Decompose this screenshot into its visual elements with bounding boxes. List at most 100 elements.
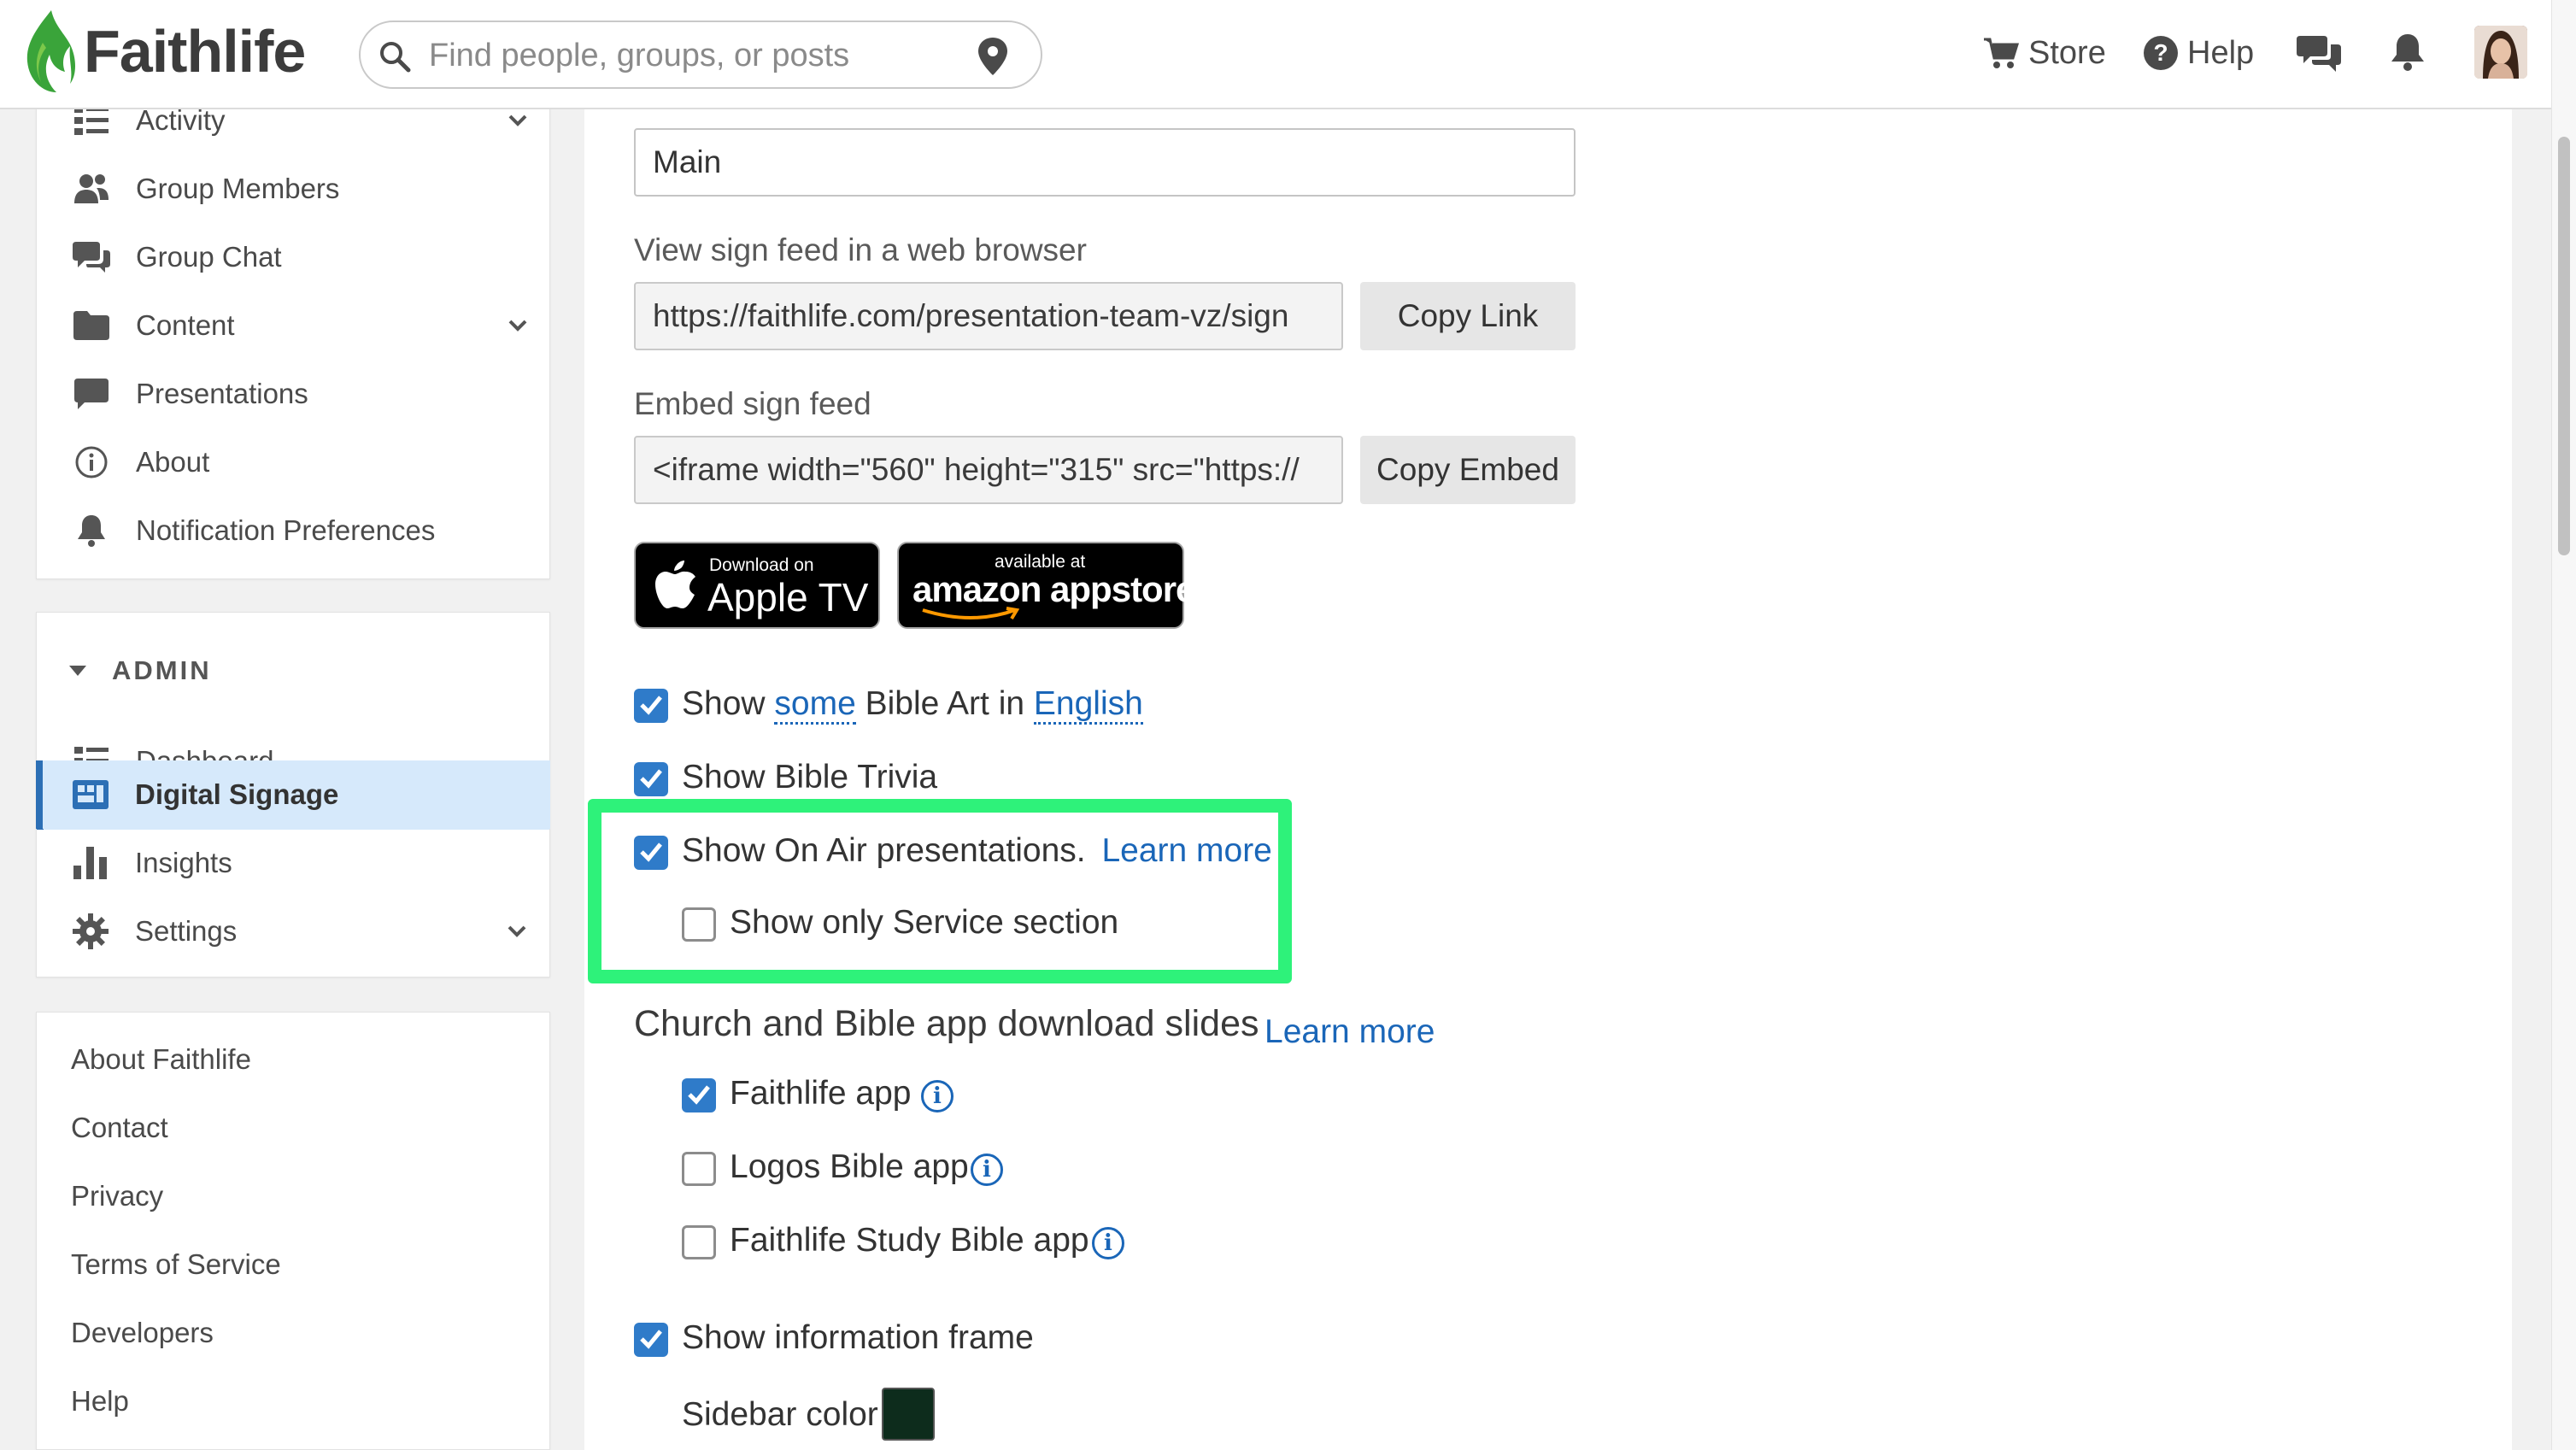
info-icon[interactable]: i bbox=[971, 1154, 1003, 1186]
on-air-label: Show On Air presentations. Learn more bbox=[682, 832, 1272, 870]
faithlife-app-label: Faithlife app bbox=[730, 1075, 912, 1112]
people-icon bbox=[73, 170, 110, 208]
gear-icon bbox=[72, 913, 109, 950]
help-link[interactable]: ? Help bbox=[2143, 27, 2254, 79]
search-box[interactable] bbox=[359, 21, 1042, 89]
footer-link-privacy[interactable]: Privacy bbox=[71, 1180, 163, 1212]
checkmark-icon bbox=[688, 1085, 710, 1105]
scrollbar-thumb[interactable] bbox=[2558, 137, 2570, 555]
footer-link-developers[interactable]: Developers bbox=[71, 1317, 214, 1349]
sidebar-item-settings[interactable]: Settings bbox=[36, 897, 550, 966]
footer-links-card: About Faithlife Contact Privacy Terms of… bbox=[36, 1012, 550, 1450]
faithlife-logo[interactable]: Faithlife bbox=[21, 9, 306, 94]
sidebar-item-label: Group Members bbox=[136, 173, 340, 204]
chevron-down-icon[interactable] bbox=[505, 313, 531, 338]
sign-feed-url-field[interactable]: https://faithlife.com/presentation-team-… bbox=[634, 282, 1343, 350]
sidebar-item-label: Settings bbox=[135, 915, 238, 947]
page-scrollbar[interactable] bbox=[2551, 0, 2576, 1450]
info-icon[interactable]: i bbox=[921, 1080, 954, 1112]
footer-link-help[interactable]: Help bbox=[71, 1385, 129, 1418]
apple-badge-big-text: Apple TV bbox=[707, 575, 869, 619]
user-avatar[interactable] bbox=[2474, 26, 2527, 79]
sidebar-item-label: Insights bbox=[135, 847, 232, 878]
sidebar-item-notification-preferences[interactable]: Notification Preferences bbox=[37, 496, 549, 565]
checkmark-icon bbox=[640, 842, 662, 862]
map-pin-icon[interactable] bbox=[976, 36, 1010, 77]
checkmark-icon bbox=[640, 696, 662, 715]
on-air-checkbox[interactable] bbox=[634, 836, 668, 870]
chevron-down-icon[interactable] bbox=[504, 919, 530, 944]
folder-icon bbox=[73, 307, 110, 344]
bible-art-language-dropdown[interactable]: English bbox=[1033, 685, 1143, 725]
search-input[interactable] bbox=[429, 31, 976, 80]
chat-icon[interactable] bbox=[2297, 32, 2341, 72]
copy-link-button[interactable]: Copy Link bbox=[1360, 282, 1576, 350]
help-label: Help bbox=[2187, 34, 2255, 71]
info-icon[interactable]: i bbox=[1092, 1227, 1124, 1259]
svg-text:?: ? bbox=[2153, 39, 2168, 66]
sidebar-item-group-chat[interactable]: Group Chat bbox=[37, 223, 549, 291]
logos-bible-app-checkbox[interactable] bbox=[682, 1152, 716, 1186]
on-air-learn-more-link[interactable]: Learn more bbox=[1101, 832, 1271, 869]
bell-icon[interactable] bbox=[2389, 32, 2426, 72]
chevron-down-icon[interactable] bbox=[505, 108, 531, 133]
admin-section-title: ADMIN bbox=[112, 655, 212, 685]
bible-trivia-label: Show Bible Trivia bbox=[682, 759, 938, 795]
embed-code-field[interactable]: <iframe width="560" height="315" src="ht… bbox=[634, 436, 1343, 504]
faithlife-study-bible-app-checkbox[interactable] bbox=[682, 1225, 716, 1259]
bible-art-checkbox[interactable] bbox=[634, 689, 668, 723]
service-only-checkbox[interactable] bbox=[682, 907, 716, 942]
footer-link-terms[interactable]: Terms of Service bbox=[71, 1248, 281, 1281]
footer-link-about-faithlife[interactable]: About Faithlife bbox=[71, 1043, 251, 1076]
amazon-badge-big-text: amazon appstore bbox=[912, 569, 1195, 609]
bible-art-middle-text: Bible Art in bbox=[865, 685, 1025, 722]
speech-bubble-icon bbox=[73, 375, 110, 413]
bible-trivia-checkbox[interactable] bbox=[634, 762, 668, 796]
download-slides-title: Church and Bible app download slides bbox=[634, 1003, 1259, 1044]
on-air-text: Show On Air presentations. bbox=[682, 832, 1086, 869]
apple-tv-badge[interactable]: Download on Apple TV bbox=[634, 542, 880, 629]
sidebar-item-label: Digital Signage bbox=[135, 778, 339, 810]
signage-icon bbox=[72, 776, 109, 813]
sidebar-item-content[interactable]: Content bbox=[37, 291, 549, 360]
sidebar-item-insights[interactable]: Insights bbox=[36, 829, 550, 897]
triangle-down-icon bbox=[69, 666, 86, 676]
amazon-smile-icon bbox=[922, 607, 1020, 620]
sidebar-item-digital-signage[interactable]: Digital Signage bbox=[36, 760, 550, 829]
info-icon bbox=[73, 443, 110, 481]
embed-sign-feed-label: Embed sign feed bbox=[634, 386, 871, 421]
checkmark-icon bbox=[640, 769, 662, 789]
download-slides-learn-more-link[interactable]: Learn more bbox=[1265, 1013, 1435, 1051]
admin-section-toggle[interactable]: ADMIN bbox=[37, 637, 549, 705]
search-icon bbox=[380, 42, 411, 73]
service-only-label: Show only Service section bbox=[730, 904, 1119, 941]
sidebar-item-label: Content bbox=[136, 309, 235, 341]
sidebar-item-label: Presentations bbox=[136, 378, 308, 409]
sidebar-item-presentations[interactable]: Presentations bbox=[37, 360, 549, 428]
chat-bubbles-icon bbox=[73, 238, 110, 276]
apple-badge-small-text: Download on bbox=[709, 555, 814, 575]
footer-link-contact[interactable]: Contact bbox=[71, 1112, 168, 1144]
bar-chart-icon bbox=[72, 844, 109, 882]
apple-logo-icon bbox=[655, 561, 695, 608]
sidebar-item-label: Group Chat bbox=[136, 241, 282, 273]
sidebar-item-about[interactable]: About bbox=[37, 428, 549, 496]
bible-art-label: Show some Bible Art in English bbox=[682, 685, 1143, 725]
sidebar-item-label: About bbox=[136, 446, 210, 478]
avatar-portrait-icon bbox=[2474, 26, 2527, 79]
store-link[interactable]: Store bbox=[1982, 27, 2106, 79]
sidebar-item-group-members[interactable]: Group Members bbox=[37, 155, 549, 223]
information-frame-label: Show information frame bbox=[682, 1319, 1034, 1356]
bible-art-amount-dropdown[interactable]: some bbox=[774, 685, 856, 725]
copy-embed-button[interactable]: Copy Embed bbox=[1360, 436, 1576, 504]
information-frame-checkbox[interactable] bbox=[634, 1323, 668, 1357]
amazon-appstore-badge[interactable]: available at amazon appstore bbox=[897, 542, 1195, 629]
sidebar-item-label: Notification Preferences bbox=[136, 514, 436, 546]
faithlife-app-checkbox[interactable] bbox=[682, 1078, 716, 1112]
logos-bible-app-label: Logos Bible app bbox=[730, 1148, 969, 1185]
faithlife-study-bible-app-label: Faithlife Study Bible app bbox=[730, 1222, 1089, 1259]
title-input[interactable]: Main bbox=[634, 128, 1576, 197]
on-air-highlight-box bbox=[588, 799, 1292, 983]
sidebar-color-swatch[interactable] bbox=[882, 1388, 935, 1441]
logo-wordmark: Faithlife bbox=[84, 18, 306, 85]
